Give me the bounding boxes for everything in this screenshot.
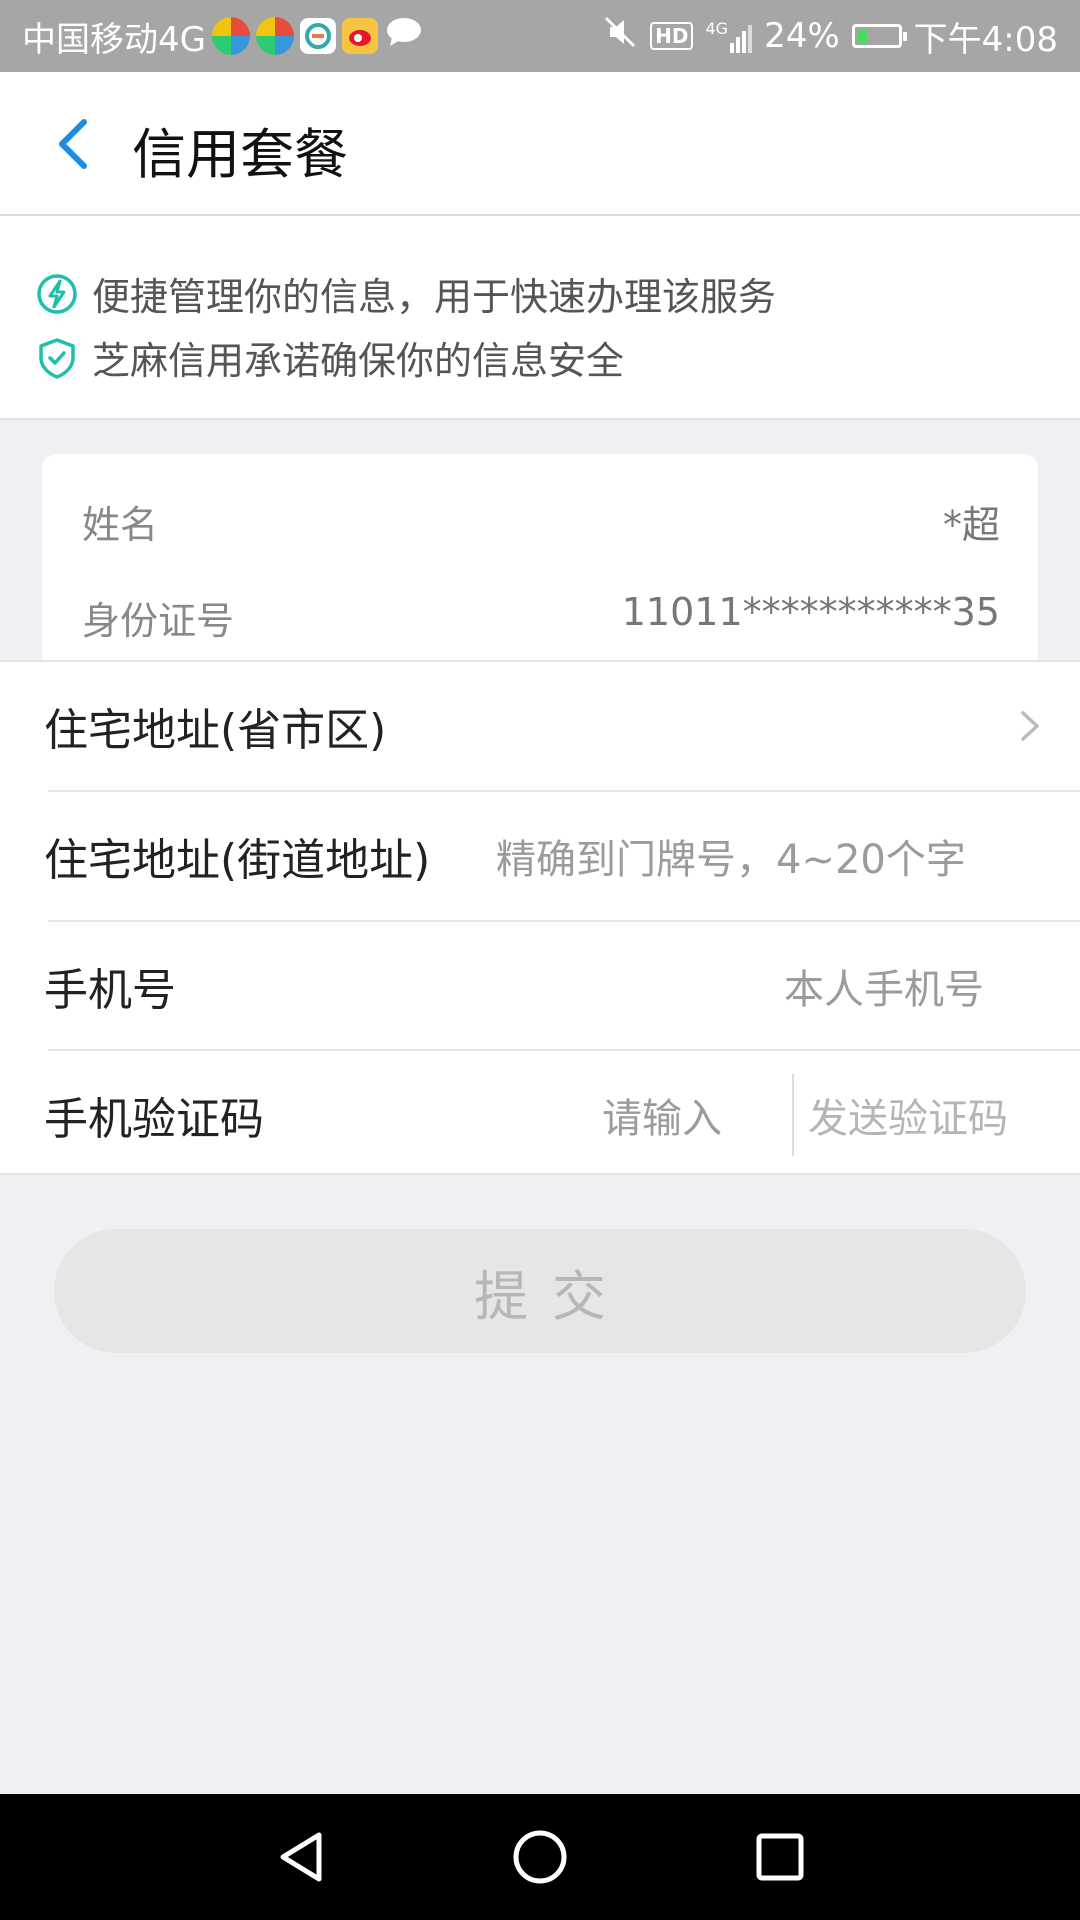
info-text-security: 芝麻信用承诺确保你的信息安全 <box>92 339 625 383</box>
verification-code-row: 手机验证码 请输入 发送验证码 <box>0 1051 1080 1179</box>
triangle-back-icon <box>280 1832 322 1882</box>
chevron-right-icon <box>1021 711 1039 741</box>
address-street-input[interactable]: 精确到门牌号，4~20个字 <box>496 827 966 885</box>
shield-icon <box>39 337 75 379</box>
info-text-convenience: 便捷管理你的信息，用于快速办理该服务 <box>92 275 777 319</box>
verification-code-input[interactable]: 请输入 <box>602 1086 722 1144</box>
chevron-left-icon <box>59 119 87 169</box>
info-line-security: 芝麻信用承诺确保你的信息安全 <box>36 330 624 385</box>
lightning-icon <box>37 273 77 314</box>
battery-icon <box>851 24 907 48</box>
id-number-label: 身份证号 <box>82 599 235 643</box>
address-region-label: 住宅地址(省市区) <box>44 705 387 756</box>
weibo-icon <box>341 18 378 54</box>
back-button[interactable] <box>40 112 104 176</box>
nav-back-button[interactable] <box>270 1827 330 1887</box>
submit-button[interactable]: 提交 <box>54 1229 1026 1353</box>
circle-home-icon <box>513 1830 567 1884</box>
hd-badge: HD <box>650 22 694 50</box>
carrier-label: 中国移动4G <box>22 19 206 60</box>
app-header: 信用套餐 <box>0 72 1080 216</box>
info-section: 便捷管理你的信息，用于快速办理该服务 芝麻信用承诺确保你的信息安全 <box>0 216 1080 420</box>
id-number-row: 身份证号 11011***********35 <box>82 590 1000 645</box>
address-contact-form: 住宅地址(省市区) 住宅地址(街道地址) 精确到门牌号，4~20个字 手机号 本… <box>0 660 1080 1175</box>
phone-row: 手机号 本人手机号 <box>0 922 1080 1050</box>
phone-label: 手机号 <box>44 965 176 1016</box>
verification-code-label: 手机验证码 <box>44 1094 264 1145</box>
identity-card: 姓名 *超 身份证号 11011***********35 <box>42 454 1038 664</box>
name-value: *超 <box>942 503 1000 547</box>
nav-recents-button[interactable] <box>750 1827 810 1887</box>
address-region-row[interactable]: 住宅地址(省市区) <box>0 662 1080 790</box>
app-notification-icon <box>255 17 294 55</box>
app-notification-icon <box>211 17 250 55</box>
signal-icon: 4G <box>705 19 753 53</box>
status-bar: 中国移动4G HD 4G 24% 下午4:08 <box>0 0 1080 72</box>
mute-icon <box>602 14 638 59</box>
address-street-label: 住宅地址(街道地址) <box>44 835 431 886</box>
name-label: 姓名 <box>82 503 159 547</box>
info-line-convenience: 便捷管理你的信息，用于快速办理该服务 <box>36 266 776 321</box>
system-nav-bar <box>0 1794 1080 1920</box>
battery-percent: 24% <box>764 16 840 56</box>
clock: 下午4:08 <box>913 19 1058 60</box>
network-type: 4G <box>705 19 729 38</box>
app-notification-icon <box>299 18 336 54</box>
square-recents-icon <box>756 1833 804 1881</box>
id-number-value: 11011***********35 <box>621 590 1000 634</box>
message-icon <box>384 15 424 58</box>
send-code-button[interactable]: 发送验证码 <box>808 1086 1008 1144</box>
field-separator <box>792 1074 794 1156</box>
name-row: 姓名 *超 <box>82 494 1000 549</box>
page-title: 信用套餐 <box>132 123 348 186</box>
phone-input[interactable]: 本人手机号 <box>784 957 984 1015</box>
nav-home-button[interactable] <box>510 1827 570 1887</box>
address-street-row: 住宅地址(街道地址) 精确到门牌号，4~20个字 <box>0 792 1080 920</box>
